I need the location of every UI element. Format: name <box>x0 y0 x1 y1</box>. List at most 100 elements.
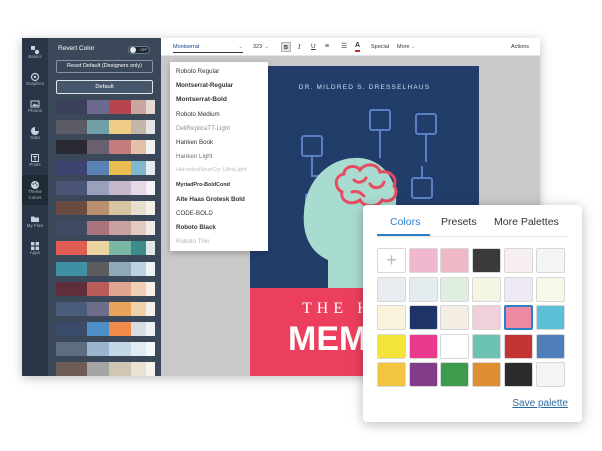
save-palette-link[interactable]: Save palette <box>512 398 568 409</box>
align-button[interactable]: ≡ <box>325 42 329 52</box>
color-swatch[interactable] <box>408 333 438 359</box>
palette-color-chip <box>56 120 87 135</box>
palette-swatch-row[interactable] <box>56 120 155 135</box>
active-tab-indicator <box>377 234 430 236</box>
font-option[interactable]: Roboto Thin <box>176 238 210 245</box>
palette-swatch-row[interactable] <box>56 362 155 376</box>
color-swatch[interactable] <box>440 248 470 273</box>
color-swatch[interactable] <box>377 276 406 302</box>
font-size-select[interactable]: 323 ⌄ <box>253 42 279 52</box>
font-option[interactable]: Roboto Regular <box>176 68 219 75</box>
italic-button[interactable]: I <box>298 42 300 52</box>
palette-swatch-row[interactable] <box>56 200 155 215</box>
text-color-button[interactable]: A <box>355 42 361 52</box>
palette-color-chip <box>109 241 131 256</box>
sidebar-item-graphics[interactable]: Graphics <box>22 67 48 91</box>
color-swatch[interactable] <box>408 305 438 330</box>
palette-swatch-row[interactable] <box>56 322 155 337</box>
color-swatch[interactable] <box>503 305 533 330</box>
palette-color-chip <box>131 100 146 114</box>
palette-swatch-row[interactable] <box>56 281 155 296</box>
sidebar-item-posts[interactable]: Posts <box>22 148 48 172</box>
color-swatch[interactable] <box>535 333 565 359</box>
sidebar-item-apps[interactable]: Apps <box>22 236 48 260</box>
palette-swatch-row[interactable] <box>56 221 155 236</box>
color-swatch[interactable] <box>535 362 565 387</box>
palette-swatch-row[interactable] <box>56 180 155 195</box>
palette-swatch-row[interactable] <box>56 100 155 114</box>
color-swatch[interactable] <box>440 305 470 330</box>
font-option[interactable]: Montserrat-Regular <box>176 82 233 89</box>
palette-color-chip <box>109 322 131 337</box>
palette-color-chip <box>146 140 155 155</box>
font-option[interactable]: Roboto Medium <box>176 111 220 118</box>
font-option[interactable]: DellReplicaTT-Light <box>176 125 230 132</box>
color-swatch[interactable] <box>472 362 502 387</box>
poster-title-line2[interactable]: MEM <box>288 320 367 359</box>
font-option[interactable]: HelveticaNeueCyr UltraLight <box>176 167 247 173</box>
color-swatch[interactable] <box>440 276 470 302</box>
revert-color-toggle[interactable]: OFF <box>128 46 150 54</box>
palette-color-chip <box>146 221 155 236</box>
color-swatch[interactable] <box>377 333 406 359</box>
sidebar-item-my-files[interactable]: My Files <box>22 209 48 233</box>
color-swatch[interactable] <box>472 276 502 302</box>
reset-default-button[interactable]: Reset Default (Designers only) <box>56 60 153 73</box>
color-swatch[interactable] <box>535 276 565 302</box>
palette-swatch-row[interactable] <box>56 342 155 357</box>
palette-color-chip <box>146 180 155 195</box>
palette-color-chip <box>87 281 109 296</box>
sidebar-item-theme-colors[interactable]: Theme Colors <box>22 175 48 205</box>
color-swatch[interactable] <box>472 305 502 330</box>
font-option[interactable]: Montserrat-Bold <box>176 96 227 103</box>
color-swatch[interactable] <box>408 276 438 302</box>
palette-swatch-row[interactable] <box>56 241 155 256</box>
tab-presets[interactable]: Presets <box>441 216 477 228</box>
palette-color-chip <box>87 140 109 155</box>
underline-button[interactable]: U <box>311 42 316 52</box>
color-swatch[interactable] <box>535 248 565 273</box>
special-button[interactable]: Special <box>371 42 389 52</box>
more-button[interactable]: More ⌄ <box>397 42 416 52</box>
palette-color-chip <box>109 100 131 114</box>
palette-swatch-row[interactable] <box>56 140 155 155</box>
font-family-select[interactable]: Montserrat ⌄ <box>173 42 243 53</box>
sidebar-item-photos[interactable]: Photos <box>22 94 48 118</box>
palette-color-chip <box>146 261 155 276</box>
font-option[interactable]: Hanken Light <box>176 153 212 160</box>
palette-color-chip <box>87 241 109 256</box>
color-swatch[interactable] <box>440 362 470 387</box>
font-option[interactable]: Hanken Book <box>176 139 213 146</box>
color-swatch[interactable] <box>503 276 533 302</box>
palette-swatch-row[interactable] <box>56 301 155 316</box>
color-swatch[interactable] <box>503 248 533 273</box>
color-swatch[interactable] <box>535 305 565 330</box>
bold-button[interactable]: B <box>281 42 291 52</box>
font-option[interactable]: Roboto Black <box>176 224 216 231</box>
color-swatch[interactable] <box>408 248 438 273</box>
palette-color-chip <box>87 160 109 175</box>
color-swatch[interactable] <box>503 362 533 387</box>
tab-colors[interactable]: Colors <box>390 216 420 228</box>
sidebar-item-data[interactable]: Data <box>22 121 48 145</box>
sidebar-item-basics[interactable]: Basics <box>22 40 48 64</box>
tab-more-palettes[interactable]: More Palettes <box>494 216 559 228</box>
add-color-button[interactable]: + <box>377 248 406 273</box>
default-palette-button[interactable]: Default <box>56 80 153 94</box>
color-swatch[interactable] <box>377 305 406 330</box>
color-swatch[interactable] <box>503 333 533 359</box>
color-swatch[interactable] <box>440 333 470 359</box>
brain-icon[interactable] <box>332 162 402 208</box>
font-option[interactable]: Alte Haas Grotesk Bold <box>176 196 245 203</box>
color-swatch[interactable] <box>377 362 406 387</box>
list-button[interactable]: ☰ <box>341 42 347 52</box>
palette-swatch-row[interactable] <box>56 160 155 175</box>
font-option[interactable]: CODE-BOLD <box>176 210 213 217</box>
font-option[interactable]: MyriadPro-BoldCond <box>176 182 230 188</box>
color-swatch[interactable] <box>472 248 502 273</box>
palette-color-chip <box>109 362 131 376</box>
color-swatch[interactable] <box>472 333 502 359</box>
color-swatch[interactable] <box>408 362 438 387</box>
palette-swatch-row[interactable] <box>56 261 155 276</box>
actions-button[interactable]: Actions <box>511 42 529 52</box>
